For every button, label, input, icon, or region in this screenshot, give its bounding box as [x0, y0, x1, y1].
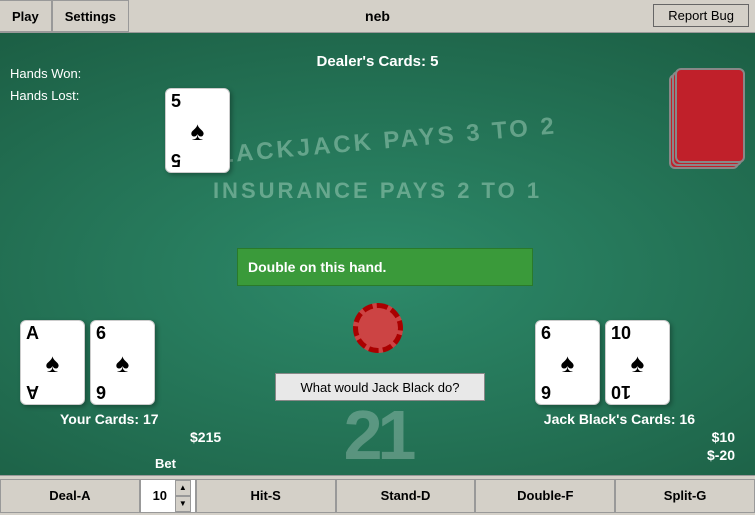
hit-button[interactable]: Hit-S [196, 479, 336, 513]
player-card-6-rank-bottom: 6 [96, 383, 149, 401]
player-card-a-rank-top: A [26, 324, 79, 342]
play-tab[interactable]: Play [0, 0, 52, 32]
deal-button[interactable]: Deal-A [0, 479, 140, 513]
game-area: BLACKJACK PAYS 3 TO 2 INSURANCE PAYS 2 T… [0, 33, 755, 515]
settings-tab[interactable]: Settings [52, 0, 129, 32]
report-bug-button[interactable]: Report Bug [653, 4, 749, 27]
hands-lost-label: Hands Lost: [10, 85, 81, 107]
stand-button[interactable]: Stand-D [336, 479, 476, 513]
player-card-6-rank-top: 6 [96, 324, 149, 342]
double-button[interactable]: Double-F [475, 479, 615, 513]
jb-card-6-rank-bottom: 6 [541, 383, 594, 401]
dealer-card-rank-bottom: 5 [171, 151, 224, 169]
jb-card-10-rank-bottom: 10 [611, 383, 664, 401]
jb-card-6: 6 ♠ 6 [535, 320, 600, 405]
jb-money-1: $10 [712, 429, 735, 445]
jb-cards-label: Jack Black's Cards: 16 [544, 411, 695, 427]
user-label: neb [365, 8, 390, 24]
jb-card-6-rank-top: 6 [541, 324, 594, 342]
player-cards-label: Your Cards: 17 [60, 411, 159, 427]
logo-21: 21 [344, 395, 412, 475]
stats-panel: Hands Won: Hands Lost: [10, 63, 81, 107]
jb-card-10-rank-top: 10 [611, 324, 664, 342]
top-bar: Play Settings neb Report Bug [0, 0, 755, 33]
betting-chip [353, 303, 403, 353]
dealer-cards-label: Dealer's Cards: 5 [317, 53, 439, 70]
player-card-a-suit: ♠ [26, 350, 79, 376]
jb-card-10: 10 ♠ 10 [605, 320, 670, 405]
player-card-a-rank-bottom: A [26, 383, 79, 401]
jb-card-10-suit: ♠ [611, 350, 664, 376]
bet-spinner[interactable]: ▲ ▼ [140, 479, 196, 513]
bet-increase-button[interactable]: ▲ [175, 480, 191, 496]
jb-money-2: $-20 [707, 447, 735, 463]
bet-value-input[interactable] [145, 488, 175, 503]
card-deck [665, 68, 745, 168]
bet-label: Bet [155, 456, 176, 471]
bet-decrease-button[interactable]: ▼ [175, 496, 191, 512]
bet-spin-controls: ▲ ▼ [175, 480, 191, 512]
split-button[interactable]: Split-G [615, 479, 755, 513]
deck-card-back-1 [675, 68, 745, 163]
dealer-card-5: 5 ♠ 5 [165, 88, 230, 173]
dealer-card-suit: ♠ [171, 118, 224, 144]
player-money: $215 [190, 429, 221, 445]
dealer-card-rank-top: 5 [171, 92, 224, 110]
suggestion-text: Double on this hand. [248, 259, 386, 275]
player-card-6: 6 ♠ 6 [90, 320, 155, 405]
player-card-6-suit: ♠ [96, 350, 149, 376]
player-card-ace: A ♠ A [20, 320, 85, 405]
jb-card-6-suit: ♠ [541, 350, 594, 376]
jack-black-button[interactable]: What would Jack Black do? [275, 373, 485, 401]
suggestion-box: Double on this hand. [237, 248, 533, 286]
bottom-action-bar: Deal-A ▲ ▼ Hit-S Stand-D Double-F Split-… [0, 475, 755, 515]
hands-won-label: Hands Won: [10, 63, 81, 85]
